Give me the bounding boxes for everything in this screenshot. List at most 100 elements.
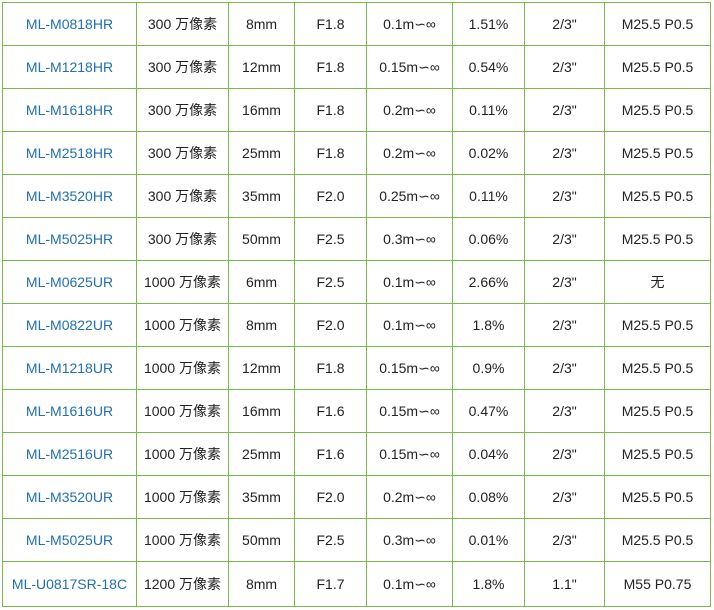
sensor-size-cell: 2/3": [524, 88, 605, 132]
distortion-cell: 1.8%: [452, 303, 525, 347]
aperture-cell: F1.8: [294, 346, 367, 390]
resolution-cell: 300 万像素: [136, 45, 229, 89]
sensor-size-cell: 2/3": [524, 260, 605, 304]
working-distance-cell: 0.15m∽∞: [366, 45, 453, 89]
aperture-cell: F1.6: [294, 432, 367, 476]
resolution-cell: 1000 万像素: [136, 475, 229, 519]
distortion-cell: 1.51%: [452, 2, 525, 46]
table-row: ML-M0625UR 1000 万像素 6mm F2.5 0.1m∽∞ 2.66% 2/3"…: [2, 260, 711, 304]
working-distance-cell: 0.1m∽∞: [366, 303, 453, 347]
resolution-cell: 1000 万像素: [136, 260, 229, 304]
aperture-cell: F1.6: [294, 389, 367, 433]
focal-length-cell: 12mm: [228, 346, 295, 390]
filter-thread-cell: M25.5 P0.5: [604, 2, 711, 46]
focal-length-cell: 50mm: [228, 217, 295, 261]
aperture-cell: F2.0: [294, 174, 367, 218]
model-link[interactable]: ML-M1218HR: [2, 45, 137, 89]
focal-length-cell: 8mm: [228, 2, 295, 46]
sensor-size-cell: 2/3": [524, 217, 605, 261]
table-row: ML-M1616UR 1000 万像素 16mm F1.6 0.15m∽∞ 0.47% 2/…: [2, 389, 711, 433]
model-link[interactable]: ML-M3520HR: [2, 174, 137, 218]
table-row: ML-M5025UR 1000 万像素 50mm F2.5 0.3m∽∞ 0.01% 2/3…: [2, 518, 711, 562]
table-row: ML-M1218UR 1000 万像素 12mm F1.8 0.15m∽∞ 0.9% 2/3…: [2, 346, 711, 390]
filter-thread-cell: M25.5 P0.5: [604, 217, 711, 261]
distortion-cell: 0.01%: [452, 518, 525, 562]
resolution-cell: 300 万像素: [136, 2, 229, 46]
filter-thread-cell: M25.5 P0.5: [604, 174, 711, 218]
working-distance-cell: 0.1m∽∞: [366, 2, 453, 46]
model-link[interactable]: ML-M0818HR: [2, 2, 137, 46]
distortion-cell: 2.66%: [452, 260, 525, 304]
aperture-cell: F2.5: [294, 260, 367, 304]
filter-thread-cell: M25.5 P0.5: [604, 131, 711, 175]
resolution-cell: 300 万像素: [136, 131, 229, 175]
table-row: ML-M0822UR 1000 万像素 8mm F2.0 0.1m∽∞ 1.8% 2/3" M…: [2, 303, 711, 347]
model-link[interactable]: ML-M3520UR: [2, 475, 137, 519]
distortion-cell: 0.08%: [452, 475, 525, 519]
filter-thread-cell: M25.5 P0.5: [604, 432, 711, 476]
distortion-cell: 0.9%: [452, 346, 525, 390]
model-link[interactable]: ML-M0822UR: [2, 303, 137, 347]
table-row: ML-M3520UR 1000 万像素 35mm F2.0 0.2m∽∞ 0.08% 2/3…: [2, 475, 711, 519]
sensor-size-cell: 2/3": [524, 475, 605, 519]
aperture-cell: F1.7: [294, 561, 367, 607]
model-link[interactable]: ML-M2518HR: [2, 131, 137, 175]
focal-length-cell: 16mm: [228, 88, 295, 132]
filter-thread-cell: M25.5 P0.5: [604, 389, 711, 433]
model-link[interactable]: ML-M1616UR: [2, 389, 137, 433]
model-link[interactable]: ML-M0625UR: [2, 260, 137, 304]
working-distance-cell: 0.15m∽∞: [366, 432, 453, 476]
model-link[interactable]: ML-M5025HR: [2, 217, 137, 261]
sensor-size-cell: 2/3": [524, 346, 605, 390]
working-distance-cell: 0.15m∽∞: [366, 346, 453, 390]
filter-thread-cell: 无: [604, 260, 711, 304]
sensor-size-cell: 1.1": [524, 561, 605, 607]
focal-length-cell: 50mm: [228, 518, 295, 562]
model-link[interactable]: ML-U0817SR-18C: [2, 561, 137, 607]
model-link[interactable]: ML-M5025UR: [2, 518, 137, 562]
table-row: ML-M5025HR 300 万像素 50mm F2.5 0.3m∽∞ 0.06% 2/3"…: [2, 217, 711, 261]
resolution-cell: 300 万像素: [136, 217, 229, 261]
sensor-size-cell: 2/3": [524, 303, 605, 347]
table-row: ML-M0818HR 300 万像素 8mm F1.8 0.1m∽∞ 1.51% 2/3" M…: [2, 2, 711, 46]
model-link[interactable]: ML-M1218UR: [2, 346, 137, 390]
model-link[interactable]: ML-M1618HR: [2, 88, 137, 132]
table-row: ML-U0817SR-18C 1200 万像素 8mm F1.7 0.1m∽∞ 1.8% 1…: [2, 561, 711, 607]
working-distance-cell: 0.1m∽∞: [366, 260, 453, 304]
focal-length-cell: 12mm: [228, 45, 295, 89]
focal-length-cell: 25mm: [228, 432, 295, 476]
distortion-cell: 1.8%: [452, 561, 525, 607]
distortion-cell: 0.11%: [452, 174, 525, 218]
sensor-size-cell: 2/3": [524, 45, 605, 89]
focal-length-cell: 35mm: [228, 475, 295, 519]
filter-thread-cell: M25.5 P0.5: [604, 518, 711, 562]
aperture-cell: F2.5: [294, 518, 367, 562]
aperture-cell: F2.0: [294, 475, 367, 519]
sensor-size-cell: 2/3": [524, 2, 605, 46]
resolution-cell: 1000 万像素: [136, 389, 229, 433]
working-distance-cell: 0.2m∽∞: [366, 131, 453, 175]
aperture-cell: F1.8: [294, 45, 367, 89]
working-distance-cell: 0.3m∽∞: [366, 518, 453, 562]
working-distance-cell: 0.3m∽∞: [366, 217, 453, 261]
model-link[interactable]: ML-M2516UR: [2, 432, 137, 476]
working-distance-cell: 0.2m∽∞: [366, 475, 453, 519]
resolution-cell: 1000 万像素: [136, 518, 229, 562]
filter-thread-cell: M55 P0.75: [604, 561, 711, 607]
aperture-cell: F1.8: [294, 2, 367, 46]
filter-thread-cell: M25.5 P0.5: [604, 45, 711, 89]
resolution-cell: 300 万像素: [136, 174, 229, 218]
distortion-cell: 0.47%: [452, 389, 525, 433]
working-distance-cell: 0.15m∽∞: [366, 389, 453, 433]
focal-length-cell: 8mm: [228, 303, 295, 347]
focal-length-cell: 16mm: [228, 389, 295, 433]
resolution-cell: 1000 万像素: [136, 346, 229, 390]
table-row: ML-M1218HR 300 万像素 12mm F1.8 0.15m∽∞ 0.54% 2/3…: [2, 45, 711, 89]
table-row: ML-M3520HR 300 万像素 35mm F2.0 0.25m∽∞ 0.11% 2/3…: [2, 174, 711, 218]
working-distance-cell: 0.25m∽∞: [366, 174, 453, 218]
distortion-cell: 0.54%: [452, 45, 525, 89]
sensor-size-cell: 2/3": [524, 518, 605, 562]
aperture-cell: F2.0: [294, 303, 367, 347]
distortion-cell: 0.02%: [452, 131, 525, 175]
focal-length-cell: 35mm: [228, 174, 295, 218]
